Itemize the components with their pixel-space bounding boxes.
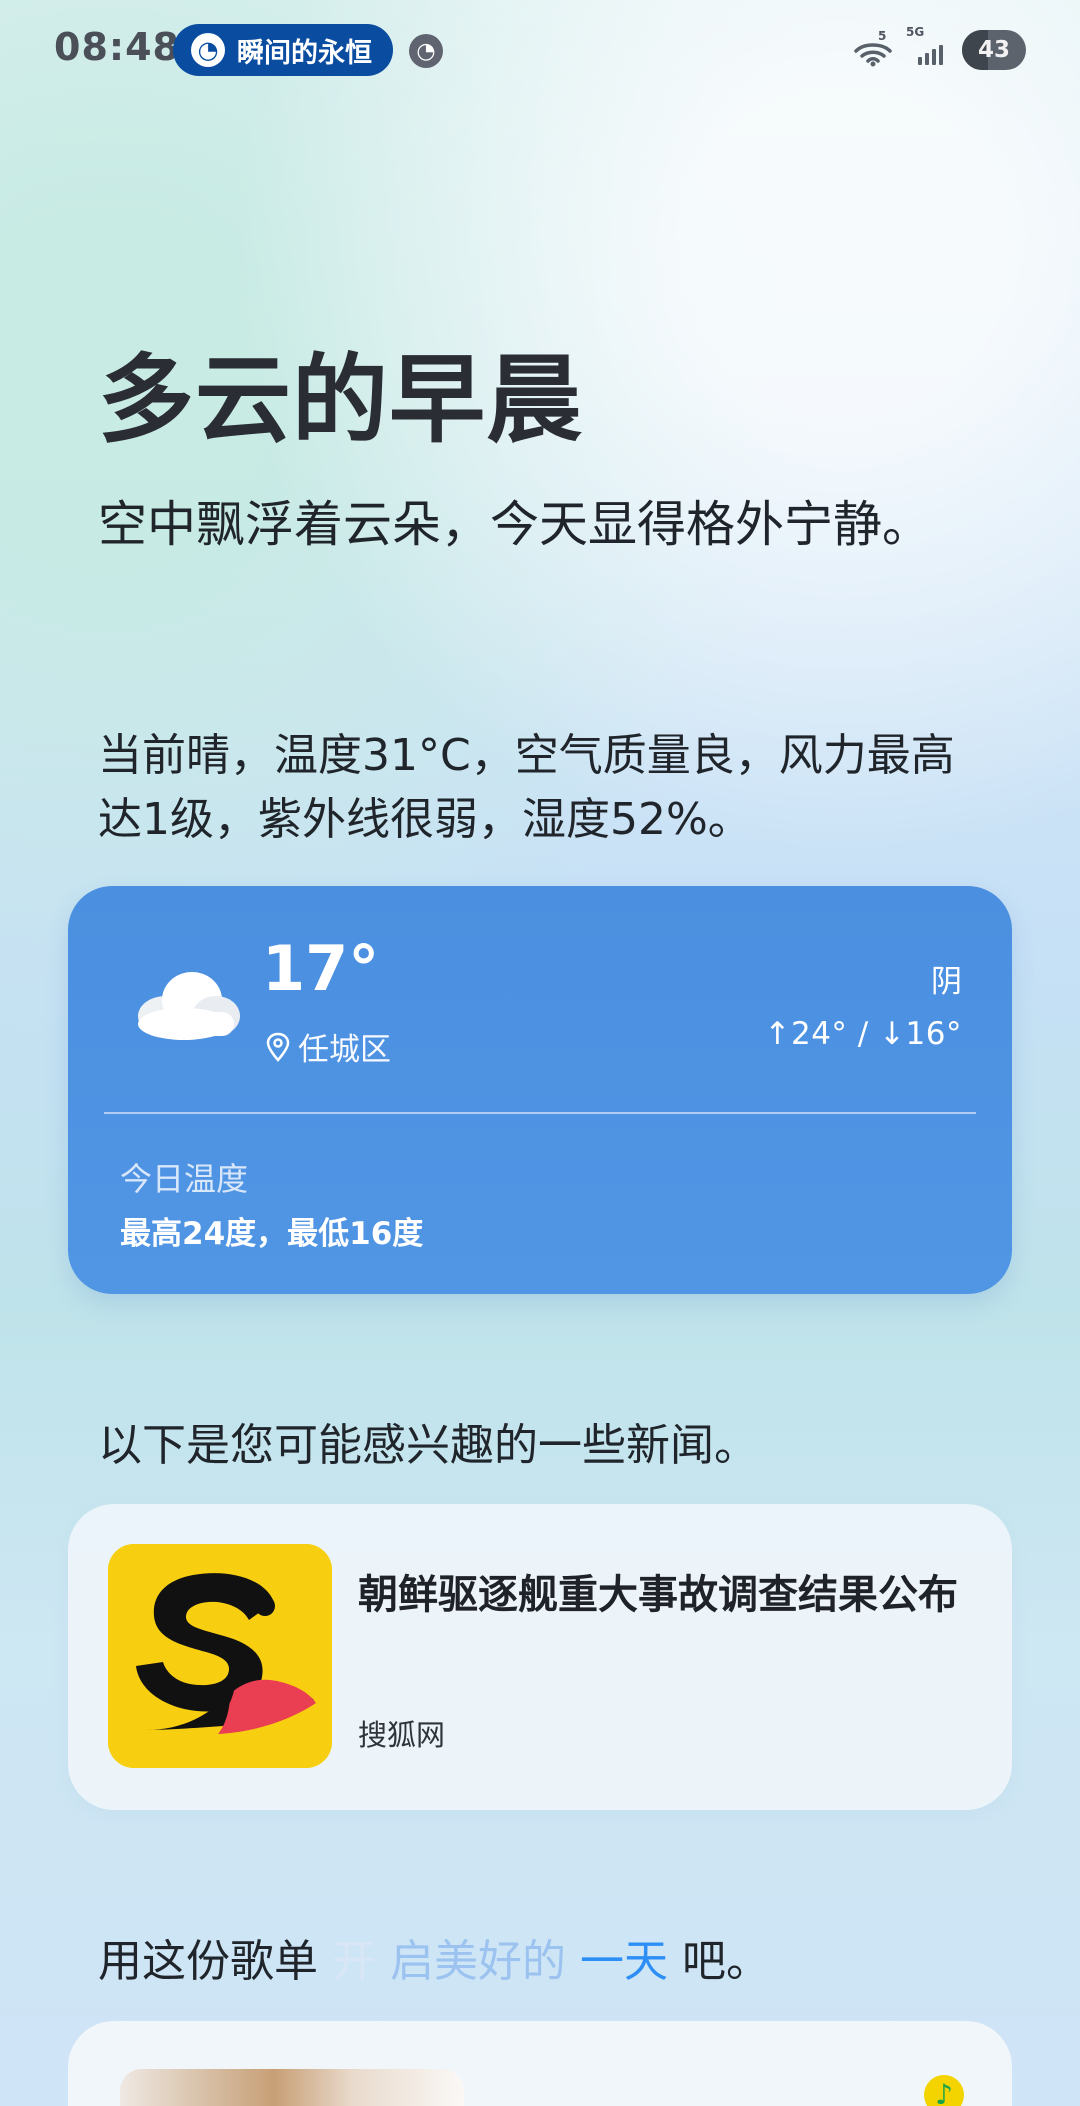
wifi-icon: 5 (852, 29, 894, 67)
activity-icon: ◔ (191, 33, 225, 67)
battery-icon: 43 (962, 30, 1026, 70)
playlist-intro: 用这份歌单 开 启美好的 一天 吧。 (98, 1936, 770, 1989)
pill-text: 瞬间的永恒 (237, 37, 372, 69)
playlist-cover-image (120, 2069, 464, 2106)
temperature: 17° (262, 932, 380, 1005)
location: 任城区 (266, 1024, 391, 1069)
signal-bars (918, 45, 943, 65)
location-pin-icon (266, 1032, 290, 1062)
temperature-range: ↑24° / ↓16° (764, 1016, 962, 1053)
network-label: 5G (906, 25, 925, 39)
playlist-text-part-2: 开 (332, 1936, 376, 1987)
location-label: 任城区 (298, 1032, 391, 1068)
battery-level: 43 (977, 37, 1010, 63)
sohu-logo-image (108, 1544, 332, 1768)
wifi-label: 5 (878, 29, 887, 43)
playlist-text-part-3: 启美好的 (390, 1936, 566, 1987)
cloud-icon (126, 958, 246, 1044)
news-headline: 朝鲜驱逐舰重大事故调查结果公布 (358, 1572, 958, 1618)
weather-divider (104, 1112, 976, 1114)
today-temperature-label: 今日温度 (120, 1160, 249, 1198)
cellular-signal-icon: 5G (906, 25, 950, 67)
status-bar: 08:48 ◔ 瞬间的永恒 ◔ 5 5G 43 (0, 0, 1080, 104)
playlist-text-part-1: 用这份歌单 (98, 1936, 318, 1987)
app-indicator-icon: ◔ (409, 34, 443, 68)
weather-condition: 阴 (931, 964, 962, 1000)
status-time: 08:48 (54, 25, 180, 69)
weather-right: 阴 ↑24° / ↓16° (765, 964, 963, 1051)
weather-summary: 当前晴，温度31°C，空气质量良，风力最高达1级，紫外线很弱，湿度52%。 (98, 730, 955, 846)
news-intro: 以下是您可能感兴趣的一些新闻。 (98, 1420, 758, 1471)
recording-pill[interactable]: ◔ 瞬间的永恒 (173, 24, 393, 76)
news-card[interactable]: 朝鲜驱逐舰重大事故调查结果公布 搜狐网 (68, 1504, 1012, 1810)
today-temperature-value: 最高24度，最低16度 (120, 1216, 424, 1252)
playlist-text-part-4: 一天 (580, 1936, 668, 1987)
weather-card[interactable]: 17° 任城区 阴 ↑24° / ↓16° 今日温度 最高24度，最低16度 (68, 886, 1012, 1294)
news-source: 搜狐网 (358, 1718, 446, 1752)
page-title: 多云的早晨 (98, 344, 583, 456)
page-subtitle: 空中飘浮着云朵，今天显得格外宁静。 (98, 496, 932, 553)
status-icons: 5 5G 43 (852, 25, 1026, 72)
music-note-icon: ♪ (924, 2075, 964, 2106)
playlist-text-part-5: 吧。 (682, 1936, 770, 1987)
playlist-card[interactable]: ♪ (68, 2021, 1012, 2106)
